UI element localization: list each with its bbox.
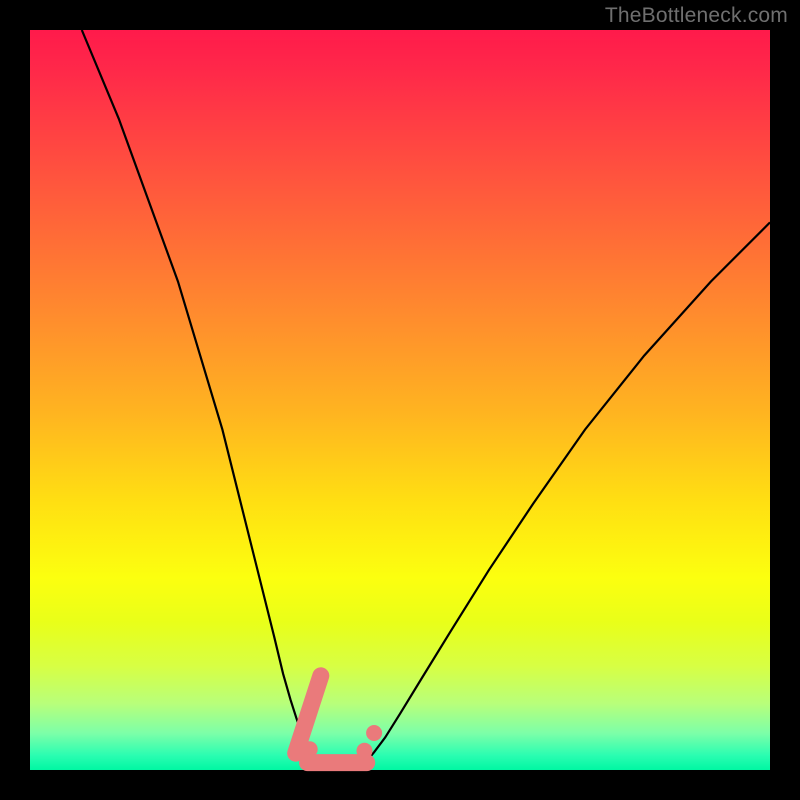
plot-area — [30, 30, 770, 770]
watermark-text: TheBottleneck.com — [605, 4, 788, 28]
